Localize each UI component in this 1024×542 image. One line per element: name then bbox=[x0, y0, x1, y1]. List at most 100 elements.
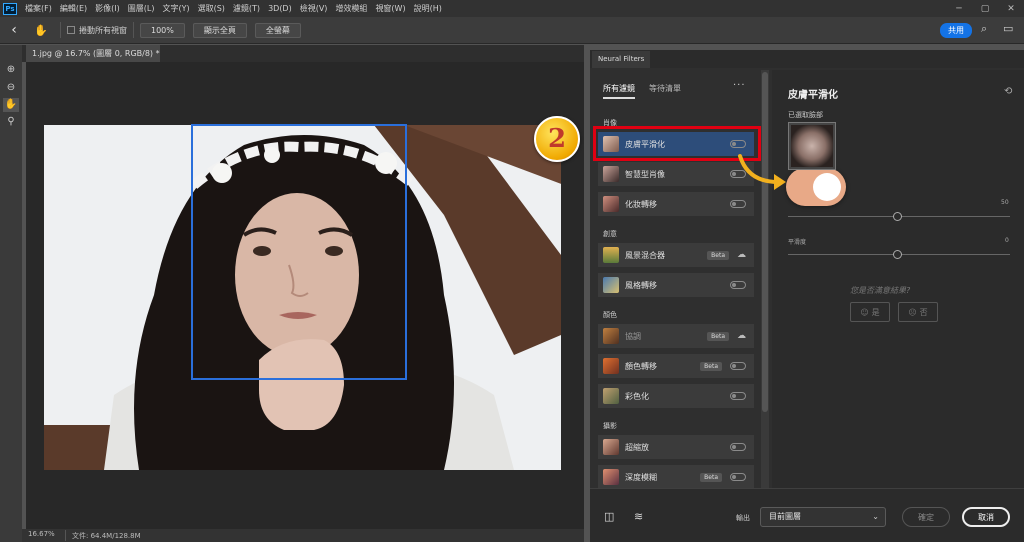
tab-all-filters[interactable]: 所有濾鏡 bbox=[603, 83, 635, 99]
scrollbar-thumb[interactable] bbox=[762, 72, 768, 412]
filter-settings-title: 皮膚平滑化 bbox=[788, 90, 838, 101]
cancel-button[interactable]: 取消 bbox=[962, 507, 1010, 527]
options-bar: ‹ ✋ 捲動所有視窗 100% 顯示全頁 全螢幕 共用 ⌕ ▭ bbox=[0, 17, 1024, 44]
menu-file[interactable]: 檔案(F) bbox=[21, 3, 56, 14]
super-zoom-thumb-icon bbox=[603, 439, 619, 455]
menu-type[interactable]: 文字(Y) bbox=[158, 3, 193, 14]
menu-select[interactable]: 選取(S) bbox=[194, 3, 229, 14]
filter-landscape-mixer[interactable]: 風景混合器 Beta ☁ bbox=[598, 243, 754, 267]
filter-color-transfer[interactable]: 顏色轉移 Beta bbox=[598, 354, 754, 378]
selected-face-thumbnail[interactable] bbox=[788, 122, 836, 170]
section-photography: 攝影 bbox=[603, 422, 617, 430]
section-creative: 創意 bbox=[603, 230, 617, 238]
beta-badge: Beta bbox=[700, 361, 722, 371]
smoothness-slider-knob[interactable] bbox=[893, 250, 902, 259]
feedback-yes-button[interactable]: ☺ 是 bbox=[850, 302, 890, 322]
filter-depth-blur[interactable]: 深度模糊 Beta bbox=[598, 465, 754, 489]
divider bbox=[133, 22, 134, 38]
no-label: 否 bbox=[919, 307, 928, 317]
tools-panel: ⊕ ⊖ ✋ ⚲ bbox=[0, 45, 22, 542]
doc-size[interactable]: 文件: 64.4M/128.8M bbox=[72, 531, 141, 541]
cloud-download-icon[interactable]: ☁ bbox=[737, 250, 746, 260]
output-value: 目前圖層 bbox=[769, 512, 801, 521]
menu-3d[interactable]: 3D(D) bbox=[264, 4, 296, 13]
filter-label: 顏色轉移 bbox=[625, 361, 657, 371]
photoshop-window: Ps 檔案(F) 編輯(E) 影像(I) 圖層(L) 文字(Y) 選取(S) 濾… bbox=[0, 0, 1024, 542]
back-arrow-icon[interactable]: ‹ bbox=[0, 22, 28, 38]
panel-tabbar bbox=[590, 50, 1024, 68]
cloud-download-icon[interactable]: ☁ bbox=[737, 331, 746, 341]
menu-help[interactable]: 說明(H) bbox=[410, 3, 446, 14]
zoom-100-button[interactable]: 100% bbox=[140, 22, 185, 38]
color-transfer-toggle[interactable] bbox=[730, 362, 746, 370]
zoom-level[interactable]: 16.67% bbox=[28, 530, 66, 541]
ok-button[interactable]: 確定 bbox=[902, 507, 950, 527]
magnify-icon[interactable]: ⚲ bbox=[3, 115, 19, 129]
fit-screen-button[interactable]: 顯示全頁 bbox=[192, 22, 247, 38]
smoothness-value: 0 bbox=[1005, 237, 1009, 244]
color-transfer-thumb-icon bbox=[603, 358, 619, 374]
filter-label: 智慧型肖像 bbox=[625, 169, 665, 179]
enlarged-toggle-illustration bbox=[786, 168, 846, 206]
menu-view[interactable]: 檢視(V) bbox=[296, 3, 332, 14]
filter-colorize[interactable]: 彩色化 bbox=[598, 384, 754, 408]
filter-style-transfer[interactable]: 風格轉移 bbox=[598, 273, 754, 297]
tab-wait-list[interactable]: 等待清單 bbox=[649, 83, 681, 99]
layers-preview-icon[interactable]: ≋ bbox=[634, 510, 643, 523]
close-icon[interactable]: ✕ bbox=[998, 4, 1024, 14]
blur-value: 50 bbox=[1001, 199, 1009, 206]
share-button[interactable]: 共用 bbox=[940, 23, 972, 38]
output-select[interactable]: 目前圖層 ⌄ bbox=[760, 507, 886, 527]
filter-label: 深度模糊 bbox=[625, 472, 657, 482]
menu-filter[interactable]: 濾鏡(T) bbox=[229, 3, 264, 14]
makeup-transfer-toggle[interactable] bbox=[730, 200, 746, 208]
more-options-icon[interactable]: ··· bbox=[733, 80, 746, 91]
output-label: 輸出 bbox=[736, 514, 750, 522]
filter-label: 風景混合器 bbox=[625, 250, 665, 260]
smart-portrait-thumb-icon bbox=[603, 166, 619, 182]
scroll-all-windows-option[interactable]: 捲動所有視窗 bbox=[67, 25, 127, 36]
filter-label: 化妝轉移 bbox=[625, 199, 657, 209]
document-tab[interactable]: 1.jpg @ 16.7% (圖層 0, RGB/8) * bbox=[26, 45, 160, 62]
harmonization-thumb-icon bbox=[603, 328, 619, 344]
status-bar: 16.67% 文件: 64.4M/128.8M bbox=[22, 529, 584, 542]
search-icon[interactable]: ⌕ bbox=[981, 22, 987, 36]
colorize-thumb-icon bbox=[603, 388, 619, 404]
compare-view-icon[interactable]: ◫ bbox=[604, 510, 614, 523]
blur-slider-knob[interactable] bbox=[893, 212, 902, 221]
style-transfer-thumb-icon bbox=[603, 277, 619, 293]
menu-plugins[interactable]: 增效模組 bbox=[331, 3, 371, 14]
workspace-icon[interactable]: ▭ bbox=[1003, 22, 1013, 35]
hand-tool-icon: ✋ bbox=[34, 23, 48, 37]
filter-harmonization[interactable]: 協調 Beta ☁ bbox=[598, 324, 754, 348]
neural-filters-tab[interactable]: Neural Filters bbox=[592, 51, 651, 68]
maximize-icon[interactable]: ▢ bbox=[972, 4, 998, 14]
face-detection-box bbox=[191, 124, 407, 380]
beta-badge: Beta bbox=[707, 250, 729, 260]
smile-icon: ☺ bbox=[860, 307, 869, 317]
menu-image[interactable]: 影像(I) bbox=[91, 3, 124, 14]
yes-label: 是 bbox=[871, 307, 880, 317]
zoom-out-icon[interactable]: ⊖ bbox=[3, 81, 19, 95]
super-zoom-toggle[interactable] bbox=[730, 443, 746, 451]
window-controls: ─ ▢ ✕ bbox=[946, 0, 1024, 17]
filter-label: 超縮放 bbox=[625, 442, 649, 452]
depth-blur-toggle[interactable] bbox=[730, 473, 746, 481]
menu-layer[interactable]: 圖層(L) bbox=[124, 3, 159, 14]
minimize-icon[interactable]: ─ bbox=[946, 4, 972, 14]
chevron-down-icon: ⌄ bbox=[872, 512, 879, 521]
menu-edit[interactable]: 編輯(E) bbox=[56, 3, 91, 14]
colorize-toggle[interactable] bbox=[730, 392, 746, 400]
scroll-all-checkbox[interactable] bbox=[67, 26, 75, 34]
style-transfer-toggle[interactable] bbox=[730, 281, 746, 289]
menu-window[interactable]: 視窗(W) bbox=[371, 3, 409, 14]
beta-badge: Beta bbox=[700, 472, 722, 482]
zoom-in-icon[interactable]: ⊕ bbox=[3, 63, 19, 77]
reset-icon[interactable]: ⟲ bbox=[1004, 86, 1012, 97]
filter-super-zoom[interactable]: 超縮放 bbox=[598, 435, 754, 459]
fill-screen-button[interactable]: 全螢幕 bbox=[254, 22, 301, 38]
scroll-all-label: 捲動所有視窗 bbox=[79, 25, 127, 35]
feedback-no-button[interactable]: ☹ 否 bbox=[898, 302, 938, 322]
landscape-mixer-thumb-icon bbox=[603, 247, 619, 263]
hand-icon[interactable]: ✋ bbox=[3, 98, 19, 112]
